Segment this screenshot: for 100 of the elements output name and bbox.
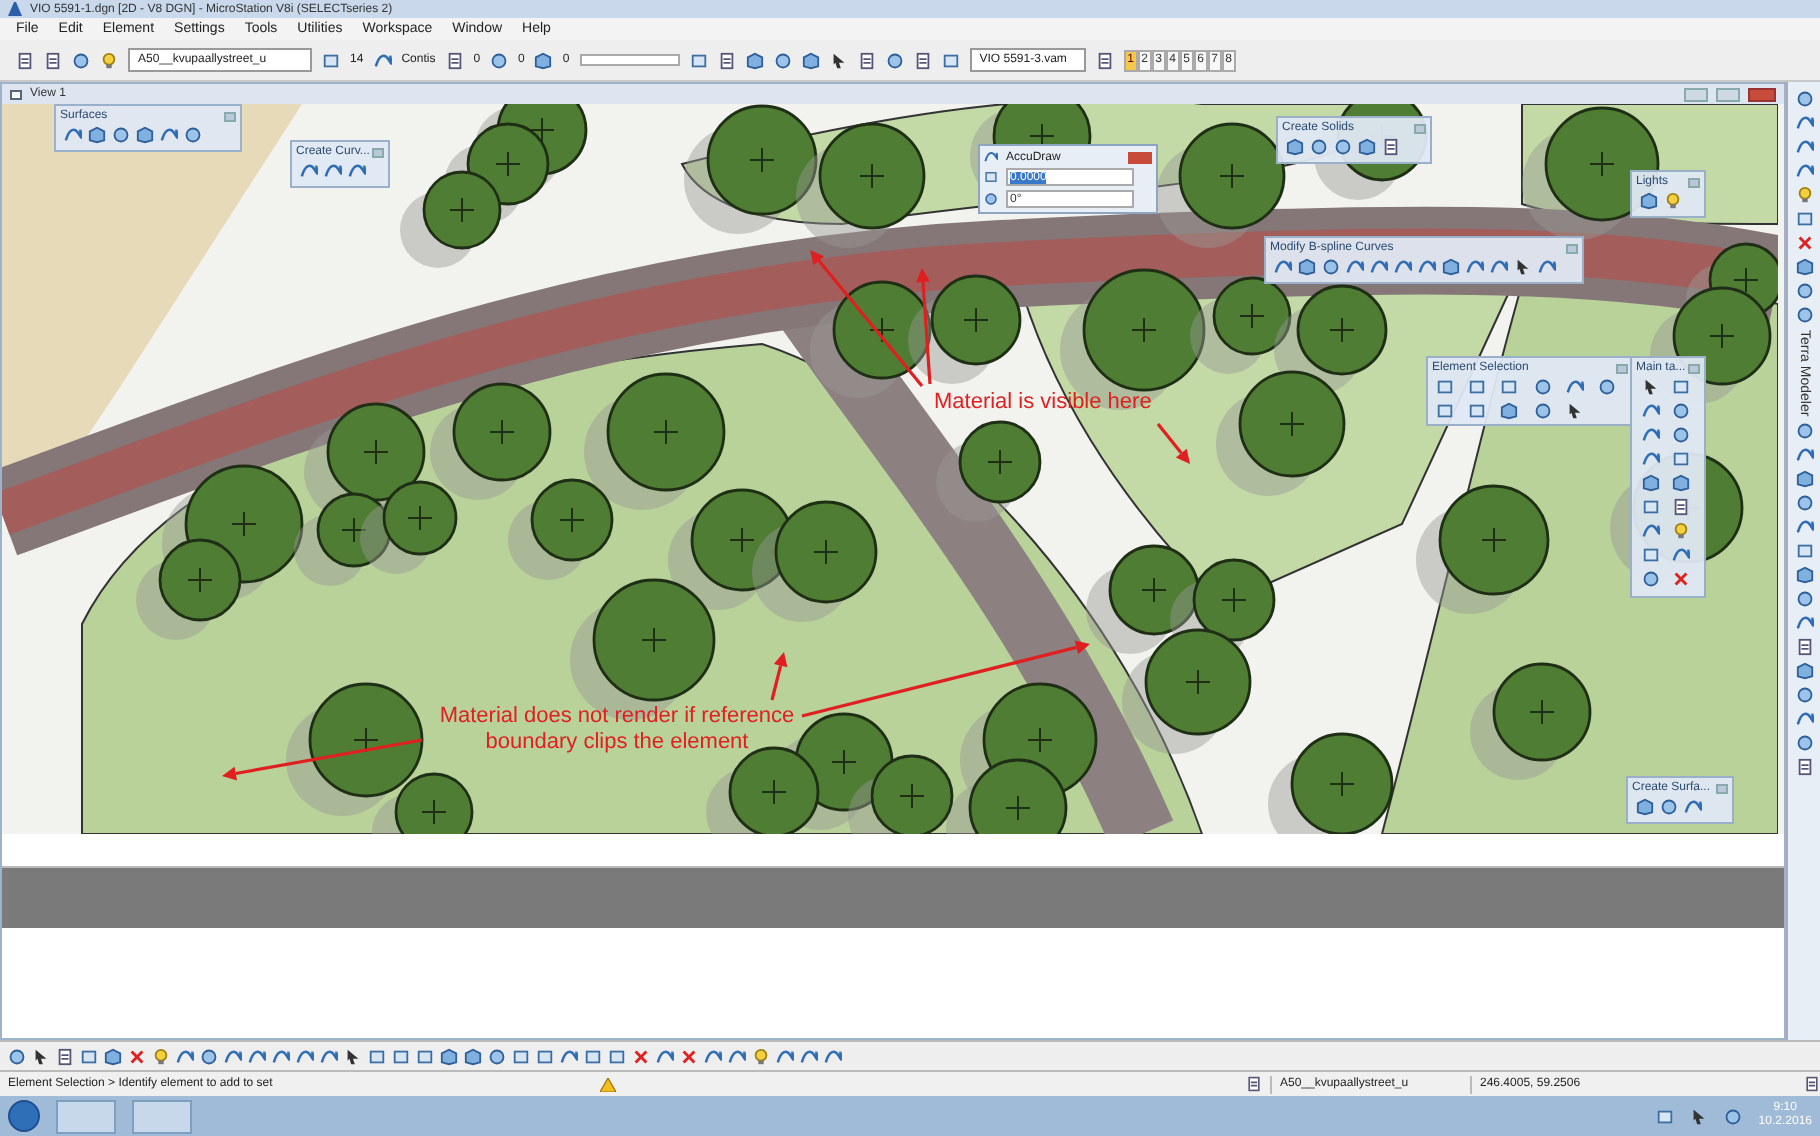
document-icon[interactable] — [913, 51, 932, 69]
circle-icon[interactable] — [72, 51, 90, 69]
circle-icon[interactable] — [1671, 402, 1689, 420]
square-icon[interactable] — [1468, 378, 1487, 396]
circle-icon[interactable] — [1795, 282, 1813, 300]
circle-icon[interactable] — [184, 126, 202, 144]
cube-icon[interactable] — [1795, 258, 1813, 276]
circle-icon[interactable] — [488, 1047, 506, 1065]
circle-icon[interactable] — [112, 126, 130, 144]
line-style-field[interactable] — [579, 54, 680, 66]
cube-icon[interactable] — [1500, 402, 1519, 420]
bulb-icon[interactable] — [1664, 192, 1682, 210]
square-icon[interactable] — [512, 1047, 530, 1065]
document-icon[interactable] — [857, 51, 876, 69]
square-icon[interactable] — [416, 1047, 434, 1065]
curve-icon[interactable] — [64, 126, 82, 144]
curve-icon[interactable] — [1565, 378, 1584, 396]
pointer-icon[interactable] — [1565, 402, 1584, 420]
cube-icon[interactable] — [534, 51, 553, 69]
pointer-icon[interactable] — [829, 51, 848, 69]
curve-icon[interactable] — [1795, 518, 1813, 537]
circle-icon[interactable] — [984, 192, 998, 206]
circle-icon[interactable] — [1795, 590, 1813, 609]
square-icon[interactable] — [1795, 210, 1813, 228]
square-icon[interactable] — [1656, 1107, 1675, 1125]
document-icon[interactable] — [1382, 138, 1400, 156]
bulb-icon[interactable] — [1671, 522, 1689, 540]
circle-icon[interactable] — [1642, 570, 1660, 588]
close-button[interactable] — [1748, 87, 1776, 101]
square-icon[interactable] — [1671, 378, 1689, 396]
document-icon[interactable] — [1804, 1076, 1820, 1092]
delete-icon[interactable] — [680, 1047, 698, 1065]
curve-icon[interactable] — [160, 126, 178, 144]
curve-icon[interactable] — [373, 51, 392, 69]
square-icon[interactable] — [1436, 402, 1454, 420]
square-icon[interactable] — [941, 51, 960, 69]
square-icon[interactable] — [1468, 402, 1487, 420]
circle-icon[interactable] — [1334, 138, 1352, 156]
delete-icon[interactable] — [1795, 234, 1813, 252]
circle-icon[interactable] — [1671, 426, 1689, 444]
circle-icon[interactable] — [490, 51, 509, 69]
cube-icon[interactable] — [1286, 138, 1304, 156]
cube-icon[interactable] — [1795, 470, 1813, 489]
circle-icon[interactable] — [773, 51, 792, 69]
pointer-icon[interactable] — [344, 1047, 362, 1065]
square-icon[interactable] — [584, 1047, 602, 1065]
square-icon[interactable] — [392, 1047, 410, 1065]
square-icon[interactable] — [80, 1047, 98, 1065]
curve-icon[interactable] — [1795, 446, 1813, 465]
circle-icon[interactable] — [1795, 422, 1813, 441]
circle-icon[interactable] — [1795, 686, 1813, 705]
delete-icon[interactable] — [632, 1047, 650, 1065]
bulb-icon[interactable] — [152, 1047, 170, 1065]
cube-icon[interactable] — [1636, 798, 1654, 816]
curve-icon[interactable] — [176, 1047, 194, 1065]
square-icon[interactable] — [1671, 450, 1689, 468]
circle-icon[interactable] — [1533, 378, 1551, 396]
curve-icon[interactable] — [1538, 258, 1556, 276]
circle-icon[interactable] — [1310, 138, 1328, 156]
square-icon[interactable] — [689, 51, 708, 69]
cube-icon[interactable] — [1442, 258, 1460, 276]
document-icon[interactable] — [1095, 51, 1114, 69]
circle-icon[interactable] — [1724, 1107, 1743, 1125]
document-icon[interactable] — [717, 51, 736, 69]
square-icon[interactable] — [1642, 546, 1660, 564]
pointer-icon[interactable] — [1514, 258, 1532, 276]
document-icon[interactable] — [445, 51, 464, 69]
curve-icon[interactable] — [1795, 614, 1813, 633]
bulb-icon[interactable] — [1795, 186, 1813, 204]
bulb-icon[interactable] — [752, 1047, 770, 1065]
cube-icon[interactable] — [1795, 662, 1813, 681]
square-icon[interactable] — [1642, 498, 1660, 516]
circle-icon[interactable] — [1533, 402, 1551, 420]
cube-icon[interactable] — [745, 51, 764, 69]
cube-icon[interactable] — [1358, 138, 1376, 156]
document-icon[interactable] — [1246, 1076, 1262, 1092]
cube-icon[interactable] — [1298, 258, 1316, 276]
document-icon[interactable] — [1795, 758, 1813, 777]
square-icon[interactable] — [1795, 542, 1813, 561]
cube-icon[interactable] — [136, 126, 154, 144]
warning-icon[interactable] — [600, 1077, 616, 1091]
circle-icon[interactable] — [1597, 378, 1616, 396]
pointer-icon[interactable] — [1690, 1107, 1709, 1125]
curve-icon[interactable] — [1684, 798, 1702, 816]
circle-icon[interactable] — [1795, 90, 1813, 108]
circle-icon[interactable] — [1322, 258, 1340, 276]
circle-icon[interactable] — [200, 1047, 218, 1065]
curve-icon[interactable] — [984, 150, 998, 164]
circle-icon[interactable] — [1795, 494, 1813, 513]
document-icon[interactable] — [44, 51, 62, 69]
square-icon[interactable] — [322, 51, 340, 69]
cube-icon[interactable] — [1795, 566, 1813, 585]
document-icon[interactable] — [16, 51, 34, 69]
pointer-icon[interactable] — [1642, 378, 1660, 396]
circle-icon[interactable] — [885, 51, 904, 69]
delete-icon[interactable] — [128, 1047, 146, 1065]
curve-icon[interactable] — [656, 1047, 674, 1065]
cube-icon[interactable] — [104, 1047, 122, 1065]
start-button[interactable] — [8, 1100, 40, 1132]
cube-icon[interactable] — [88, 126, 106, 144]
